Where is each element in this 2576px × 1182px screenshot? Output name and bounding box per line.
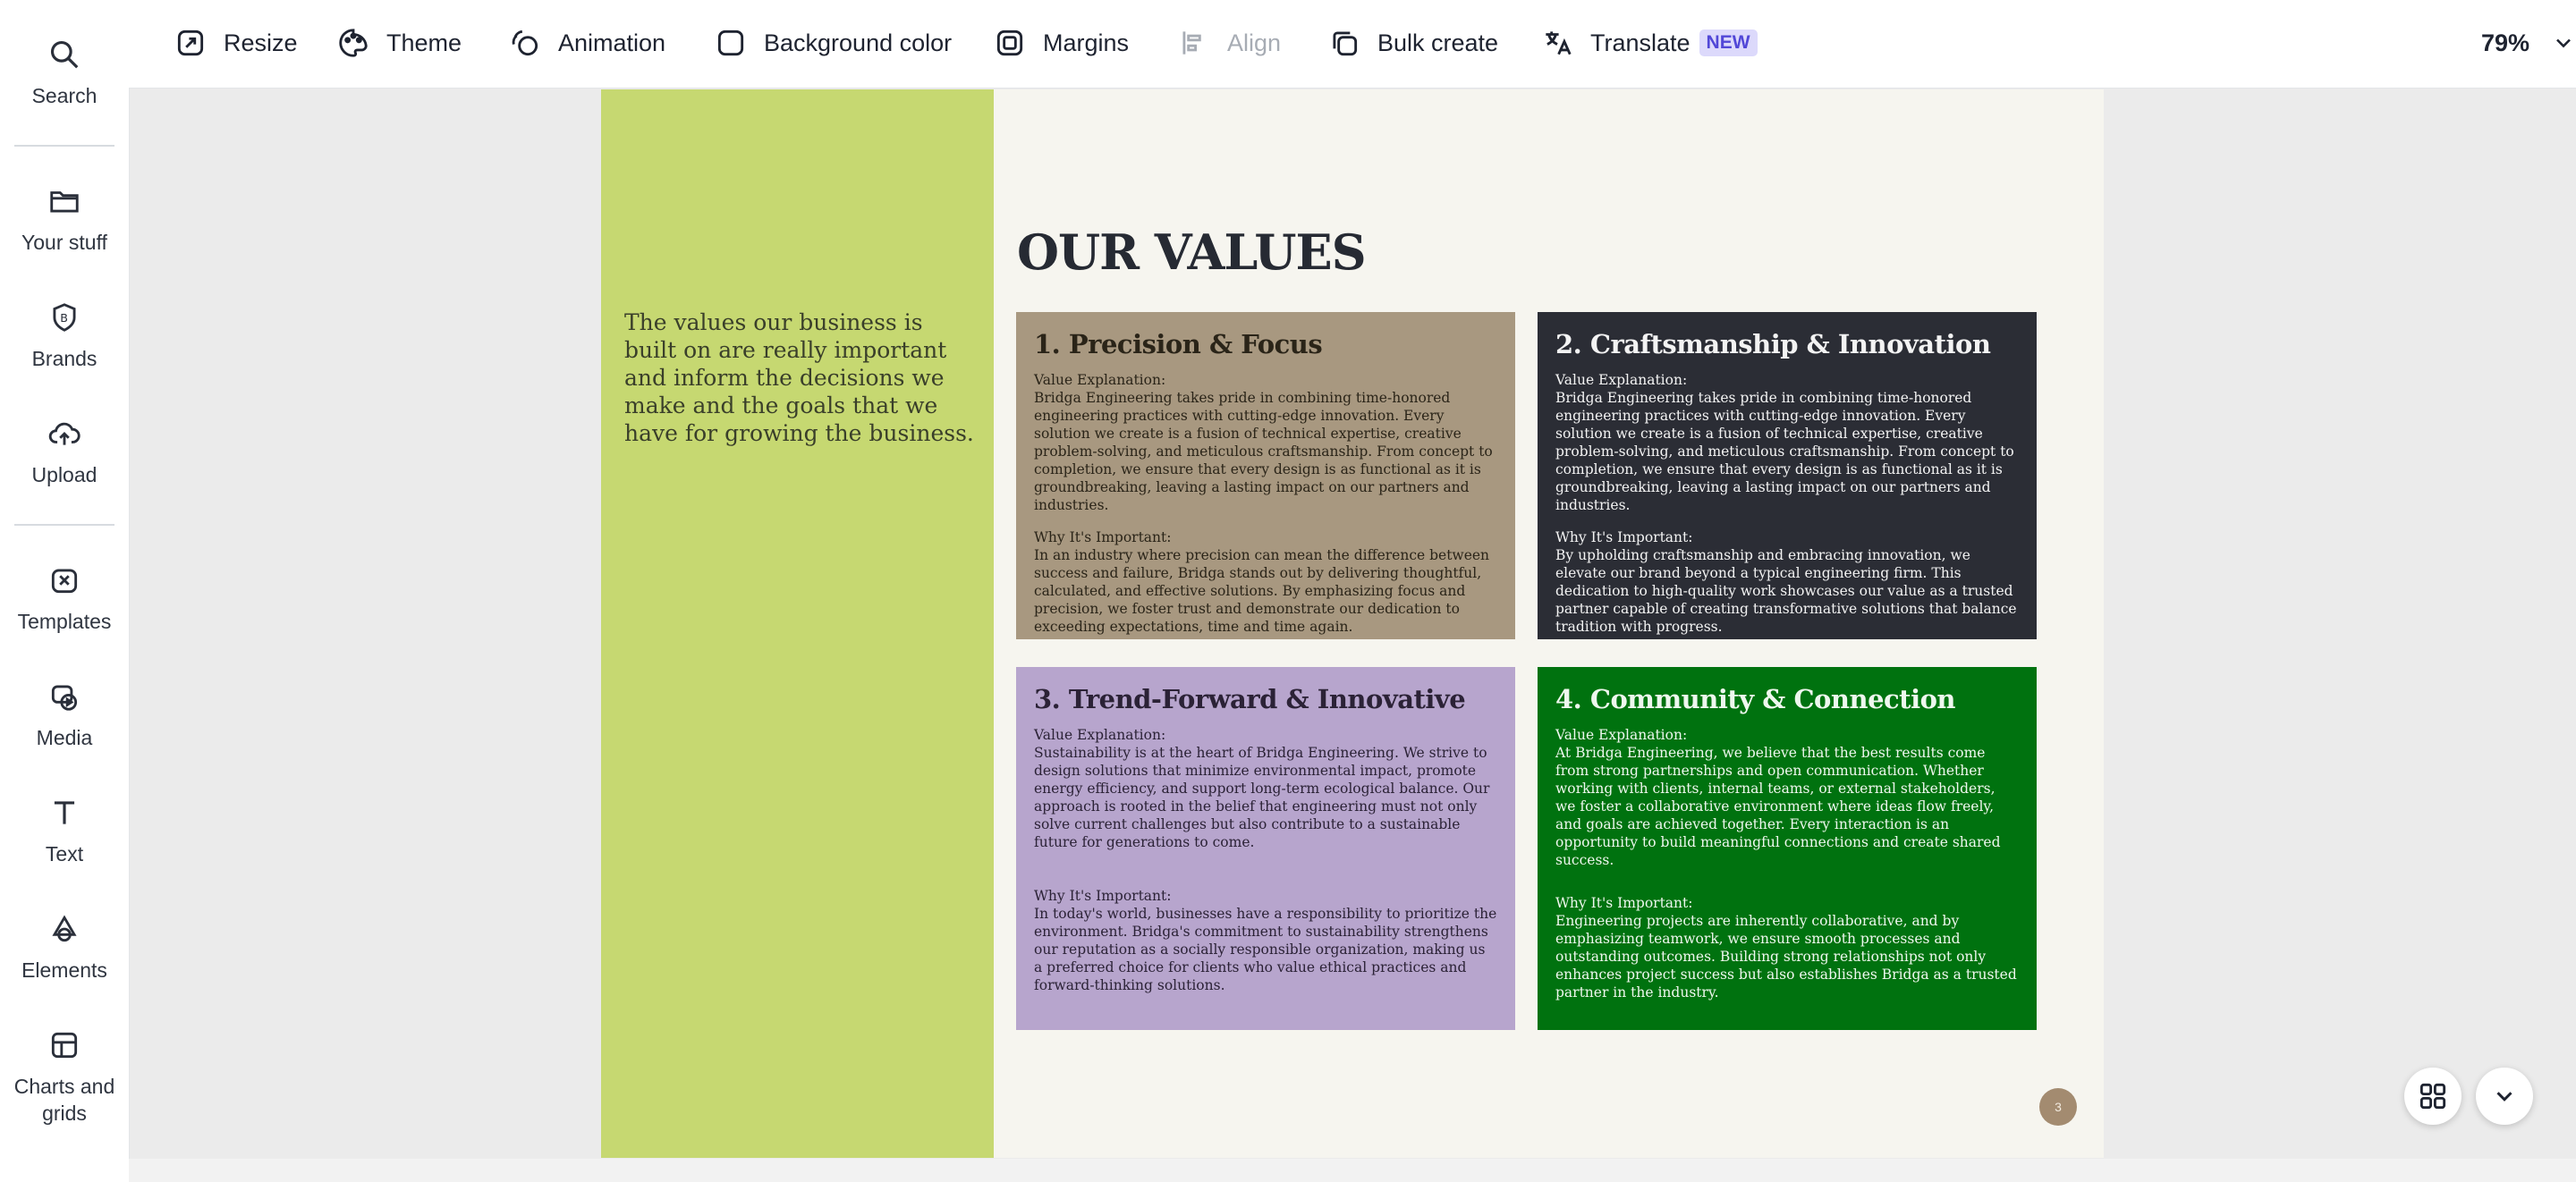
templates-icon	[51, 569, 78, 594]
animation-icon	[512, 30, 538, 56]
design-page[interactable]: The values our business is built on are …	[601, 89, 2104, 1158]
bulk-create-button[interactable]: Bulk create	[1327, 20, 1498, 66]
sidebar-item-label: Templates	[17, 610, 112, 633]
why-heading: Why It's Important:	[1034, 529, 1172, 545]
why-heading: Why It's Important:	[1034, 888, 1172, 904]
translate-button[interactable]: Translate NEW	[1540, 20, 1758, 66]
value-text: At Bridga Engineering, we believe that t…	[1555, 745, 2001, 868]
margins-label: Margins	[1043, 29, 1130, 56]
translate-label: Translate	[1590, 29, 1690, 56]
card-title: 2. Craftsmanship & Innovation	[1555, 329, 1991, 359]
page-title: OUR VALUES	[1017, 224, 1367, 281]
elements-icon	[52, 915, 77, 942]
value-text: Bridga Engineering takes pride in combin…	[1034, 390, 1493, 513]
sidebar-item-upload[interactable]: Upload	[0, 417, 129, 488]
text-icon	[54, 801, 75, 824]
align-button[interactable]: Align	[1177, 20, 1281, 66]
value-card-3[interactable]: 3. Trend-Forward & Innovative Value Expl…	[1016, 667, 1515, 1030]
value-text: Sustainability is at the heart of Bridga…	[1034, 745, 1490, 850]
grid-view-button[interactable]	[2404, 1068, 2462, 1125]
card-title: 1. Precision & Focus	[1034, 329, 1323, 359]
sidebar-item-label: Charts and grids	[13, 1075, 115, 1125]
why-text: By upholding craftsmanship and embracing…	[1555, 547, 2017, 635]
sidebar-item-label: Elements	[21, 958, 107, 982]
folder-icon	[50, 191, 79, 213]
bulk-create-label: Bulk create	[1377, 29, 1499, 56]
align-label: Align	[1227, 29, 1282, 56]
sidebar-item-text[interactable]: Text	[0, 796, 129, 867]
value-heading: Value Explanation:	[1555, 372, 1688, 388]
search-icon	[50, 40, 79, 69]
color-swatch-icon	[717, 30, 744, 56]
card-title: 3. Trend-Forward & Innovative	[1034, 684, 1466, 714]
why-heading: Why It's Important:	[1555, 895, 1693, 911]
align-icon	[1182, 31, 1201, 55]
accent-band	[601, 89, 994, 1158]
svg-text:B: B	[60, 311, 68, 325]
sidebar-item-your-stuff[interactable]: Your stuff	[0, 184, 129, 256]
bulk-create-icon	[1333, 31, 1358, 56]
zoom-control[interactable]: 79%	[2481, 20, 2576, 66]
sidebar-item-label: Text	[45, 842, 84, 865]
left-sidebar: Search Your stuff B Brands Upload Templa…	[0, 0, 130, 1182]
margins-button[interactable]: Margins	[993, 20, 1129, 66]
resize-icon	[177, 30, 204, 56]
value-text: Bridga Engineering takes pride in combin…	[1555, 390, 2014, 513]
theme-button[interactable]: Theme	[336, 20, 462, 66]
top-toolbar: Resize Theme Animation Background color …	[129, 0, 2576, 89]
value-card-1[interactable]: 1. Precision & Focus Value Explanation: …	[1016, 312, 1515, 639]
card-title: 4. Community & Connection	[1555, 684, 1956, 714]
value-heading: Value Explanation:	[1034, 727, 1166, 743]
sidebar-item-charts-and-grids[interactable]: Charts and grids	[0, 1028, 129, 1127]
theme-label: Theme	[386, 29, 462, 56]
divider	[14, 524, 114, 526]
palette-icon	[339, 29, 368, 57]
value-card-2[interactable]: 2. Craftsmanship & Innovation Value Expl…	[1538, 312, 2037, 639]
translate-icon	[1546, 31, 1572, 55]
resize-label: Resize	[224, 29, 298, 56]
animation-label: Animation	[558, 29, 666, 56]
chevron-down-icon	[2556, 38, 2571, 48]
background-color-button[interactable]: Background color	[714, 20, 952, 66]
sidebar-item-elements[interactable]: Elements	[0, 912, 129, 984]
sidebar-item-label: Media	[36, 726, 93, 749]
value-card-4[interactable]: 4. Community & Connection Value Explanat…	[1538, 667, 2037, 1030]
margins-icon	[996, 30, 1023, 56]
intro-text: The values our business is built on are …	[624, 309, 974, 446]
new-badge: NEW	[1699, 30, 1758, 56]
value-heading: Value Explanation:	[1034, 372, 1166, 388]
grid-icon	[2419, 1083, 2446, 1110]
sidebar-item-search[interactable]: Search	[0, 38, 129, 109]
sidebar-item-label: Search	[31, 84, 97, 107]
horizontal-scrollbar[interactable]	[129, 1159, 2576, 1182]
sidebar-item-media[interactable]: Media	[0, 680, 129, 751]
sidebar-item-label: Brands	[31, 347, 97, 370]
value-heading: Value Explanation:	[1555, 727, 1688, 743]
sidebar-item-brands[interactable]: B Brands	[0, 300, 129, 372]
animation-button[interactable]: Animation	[508, 20, 665, 66]
sidebar-item-templates[interactable]: Templates	[0, 563, 129, 635]
charts-grids-icon	[51, 1032, 78, 1059]
media-icon	[51, 685, 78, 711]
why-text: In today's world, businesses have a resp…	[1034, 906, 1497, 993]
zoom-level: 79%	[2481, 29, 2530, 56]
collapse-pages-button[interactable]	[2476, 1068, 2533, 1125]
resize-button[interactable]: Resize	[174, 20, 298, 66]
brand-icon: B	[53, 303, 76, 332]
sidebar-item-label: Upload	[31, 463, 97, 486]
sidebar-item-label: Your stuff	[21, 231, 107, 254]
page-number-badge: 3	[2039, 1088, 2077, 1126]
why-text: Engineering projects are inherently coll…	[1555, 913, 2017, 1000]
why-heading: Why It's Important:	[1555, 529, 1693, 545]
divider	[14, 145, 114, 147]
upload-icon	[48, 422, 80, 445]
why-text: In an industry where precision can mean …	[1034, 547, 1490, 635]
background-color-label: Background color	[764, 29, 953, 56]
chevron-down-icon	[2496, 1092, 2512, 1102]
